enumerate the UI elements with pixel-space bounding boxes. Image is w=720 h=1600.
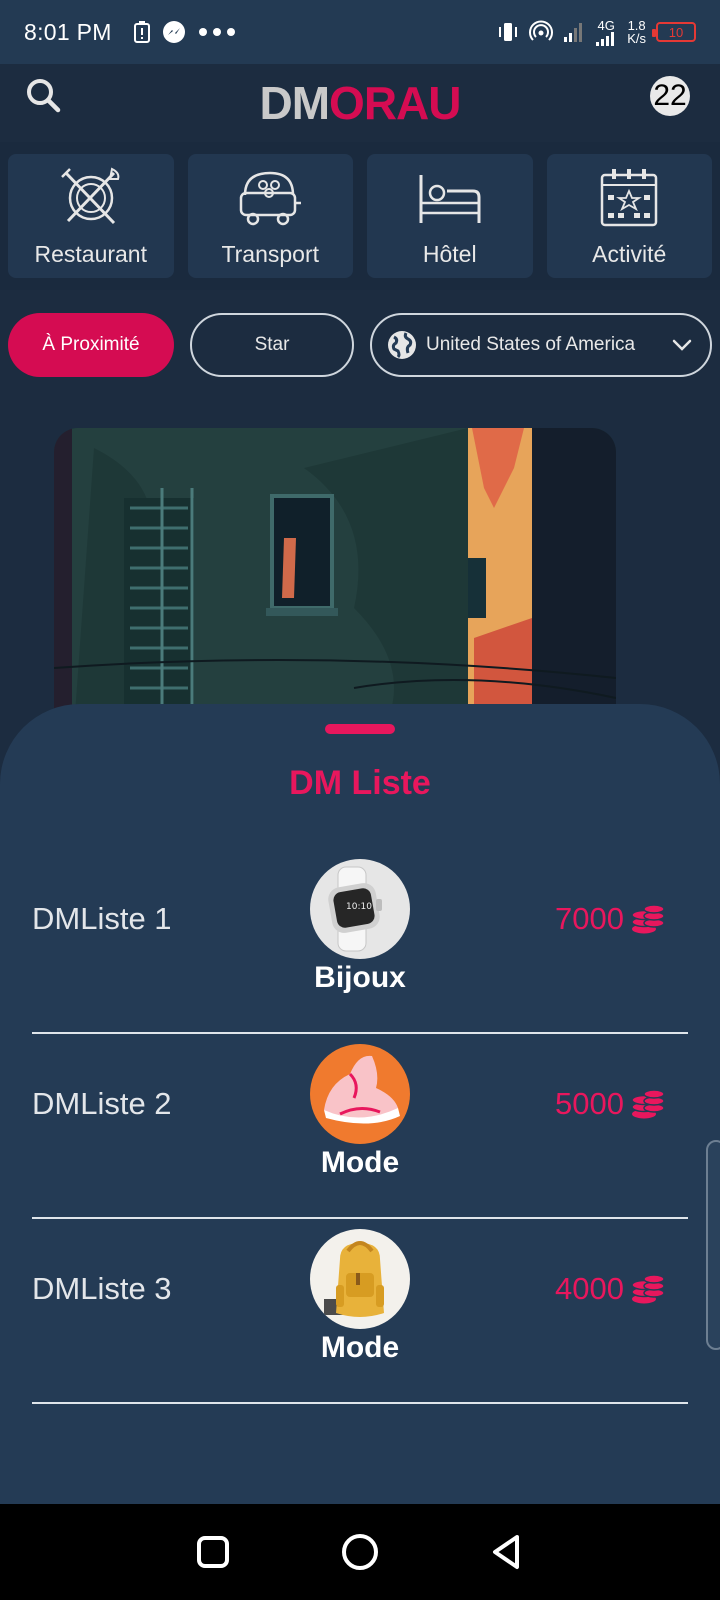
- filter-nearby-chip[interactable]: À Proximité: [8, 313, 174, 377]
- category-activity[interactable]: Activité: [546, 154, 712, 278]
- side-scroll-handle[interactable]: [706, 1140, 720, 1350]
- globe-icon: [388, 331, 416, 359]
- coins-icon: [631, 904, 665, 934]
- vibrate-icon: [499, 23, 518, 41]
- list-item-category: Mode: [320, 1146, 400, 1179]
- search-button[interactable]: [24, 76, 64, 116]
- list-item[interactable]: DMListe 3 Mode 4000: [32, 1219, 688, 1404]
- logo-part-orau: ORAU: [329, 77, 461, 129]
- filter-star-chip[interactable]: Star: [190, 313, 354, 377]
- backpack-image: [310, 1229, 410, 1329]
- system-nav-bar: [0, 1504, 720, 1600]
- list-item-price: 4000: [555, 1271, 666, 1307]
- price-value: 7000: [555, 901, 624, 936]
- list-item[interactable]: DMListe 1 10:10 Bijoux 7000: [32, 849, 688, 1034]
- signal-icon-2: [596, 31, 615, 46]
- list-item-name: DMListe 1: [32, 901, 172, 936]
- coins-icon: [631, 1274, 665, 1304]
- battery-saver-icon: [133, 21, 150, 43]
- list-item[interactable]: DMListe 2 Mode 5000: [32, 1034, 688, 1219]
- network-type: 4G: [597, 17, 615, 33]
- home-icon[interactable]: [340, 1532, 380, 1572]
- notification-badge[interactable]: 22: [650, 76, 690, 116]
- category-label-activity: Activité: [592, 240, 667, 267]
- list-item-thumbnail: [310, 1229, 410, 1329]
- more-dots-icon: [198, 28, 235, 36]
- smartwatch-image: 10:10: [310, 859, 410, 959]
- messenger-icon: [162, 21, 185, 43]
- network-signal-4g: 4G: [595, 19, 617, 46]
- price-value: 5000: [555, 1086, 624, 1121]
- category-label-hotel: Hôtel: [422, 240, 477, 267]
- chevron-down-icon: [672, 339, 692, 351]
- status-system-icons: 4G 1.8 K/s 10: [497, 19, 696, 46]
- sneaker-image: [310, 1044, 410, 1144]
- app-header: DMORAU 22: [0, 64, 720, 142]
- speed-unit: K/s: [627, 31, 646, 46]
- status-bar: 8:01 PM 4G 1.8 K/s 10: [0, 0, 720, 64]
- signal-icon-1: [564, 23, 583, 42]
- recents-icon[interactable]: [193, 1532, 233, 1572]
- battery-level: 10: [668, 24, 684, 40]
- status-time: 8:01 PM: [24, 18, 112, 45]
- category-hotel[interactable]: Hôtel: [367, 154, 533, 278]
- list-item-name: DMListe 3: [32, 1271, 172, 1306]
- search-icon: [27, 79, 61, 113]
- dm-list: DMListe 1 10:10 Bijoux 7000 DMListe 2 Mo…: [32, 849, 688, 1404]
- category-restaurant[interactable]: Restaurant: [8, 154, 174, 278]
- list-item-price: 5000: [555, 1086, 666, 1122]
- list-item-name: DMListe 2: [32, 1086, 172, 1121]
- app-logo: DMORAU: [259, 76, 462, 130]
- sheet-drag-handle[interactable]: [325, 724, 395, 734]
- sheet-title: DM Liste: [289, 764, 431, 802]
- list-item-thumbnail: [310, 1044, 410, 1144]
- country-select[interactable]: United States of America: [370, 313, 712, 377]
- dm-list-sheet: DM Liste DMListe 1 10:10 Bijoux 7000 DML…: [0, 704, 720, 1504]
- featured-image[interactable]: [54, 428, 616, 728]
- price-value: 4000: [555, 1271, 624, 1306]
- network-speed: 1.8 K/s: [627, 19, 646, 45]
- svg-text:10:10: 10:10: [346, 902, 372, 912]
- category-transport[interactable]: Transport: [187, 154, 353, 278]
- activity-icon: [601, 168, 658, 226]
- status-notification-icons: [133, 20, 236, 44]
- list-item-category: Bijoux: [314, 961, 406, 994]
- list-item-thumbnail: 10:10: [310, 859, 410, 959]
- hotspot-icon: [529, 20, 554, 41]
- coins-icon: [631, 1089, 665, 1119]
- category-label-restaurant: Restaurant: [34, 240, 147, 267]
- back-icon[interactable]: [487, 1532, 527, 1572]
- logo-part-dm: DM: [259, 77, 331, 129]
- list-item-price: 7000: [555, 901, 666, 937]
- country-select-value: United States of America: [426, 334, 636, 355]
- street-illustration: [54, 428, 616, 728]
- filter-bar: À Proximité Star United States of Americ…: [0, 290, 720, 400]
- restaurant-icon: [60, 167, 120, 224]
- battery-indicator: 10: [652, 22, 696, 42]
- hotel-icon: [419, 174, 481, 223]
- list-item-category: Mode: [320, 1331, 400, 1364]
- transport-icon: [240, 171, 302, 225]
- category-label-transport: Transport: [221, 240, 320, 267]
- category-bar: Restaurant Transport Hôtel Activité: [0, 142, 720, 290]
